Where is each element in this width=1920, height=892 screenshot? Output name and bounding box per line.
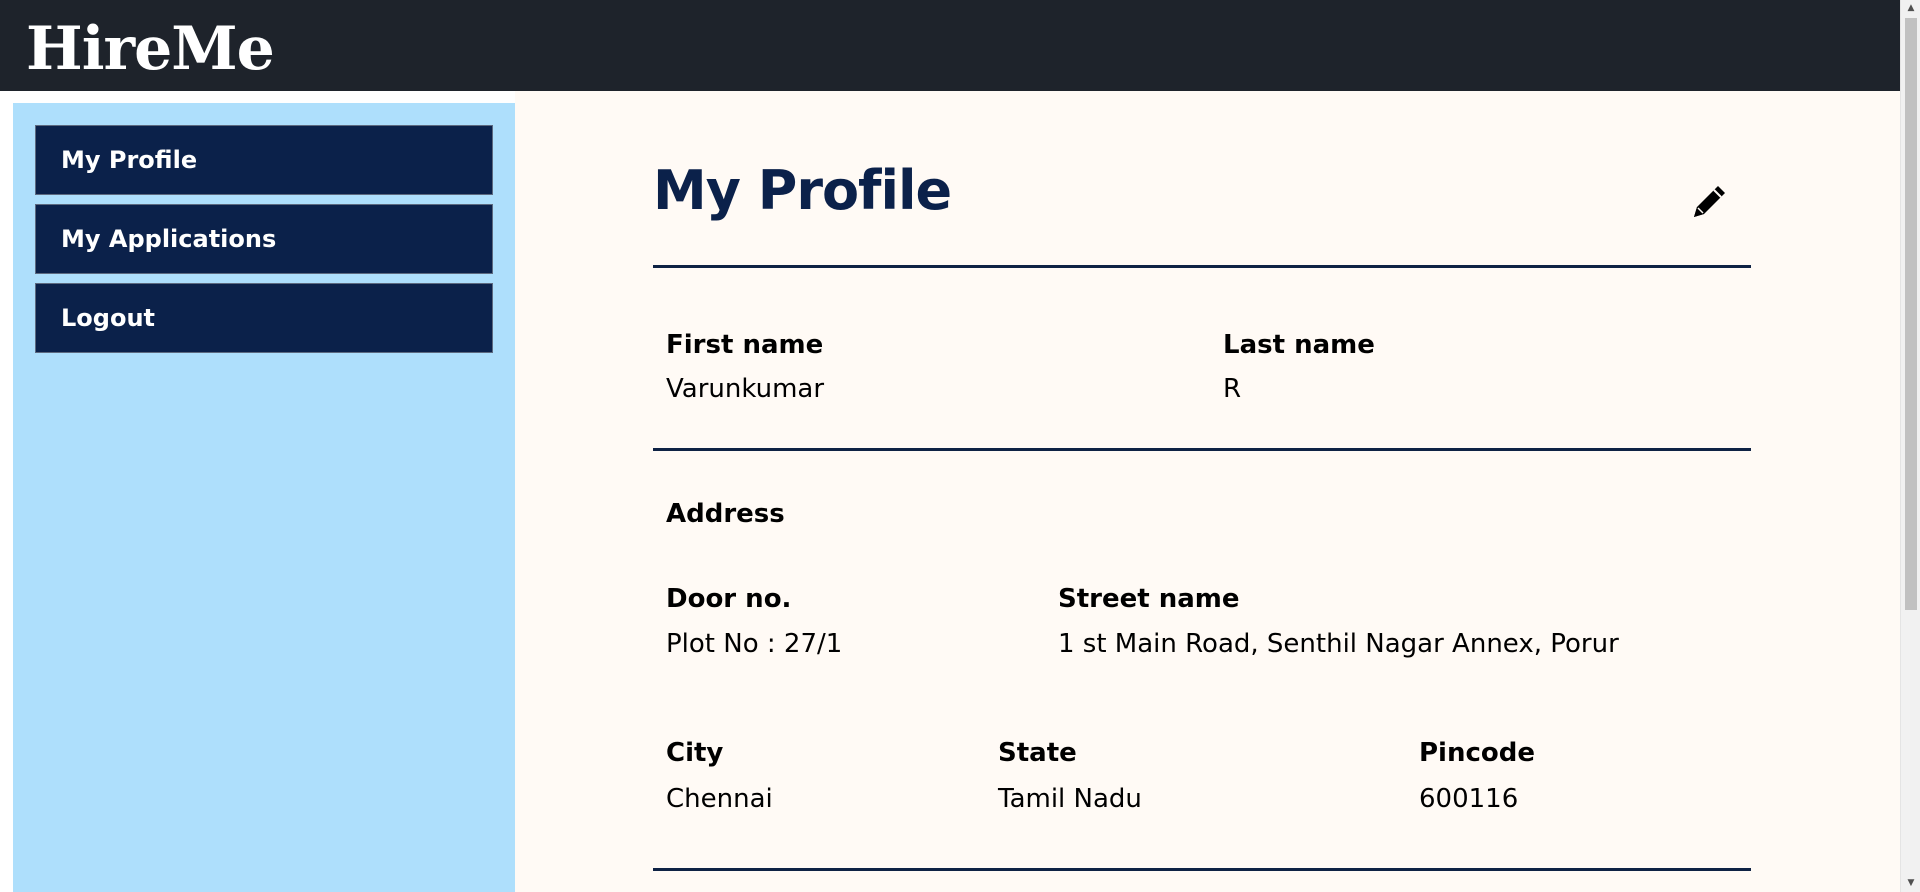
brand-logo[interactable]: HireMe [26, 10, 275, 88]
sidebar-item-my-applications[interactable]: My Applications [35, 204, 493, 274]
address-heading: Address [666, 499, 785, 529]
page-title: My Profile [653, 159, 952, 222]
last-name-value: R [1223, 374, 1242, 404]
sidebar-item-my-profile[interactable]: My Profile [35, 125, 493, 195]
scrollbar-thumb[interactable] [1905, 18, 1917, 610]
street-name-value: 1 st Main Road, Senthil Nagar Annex, Por… [1058, 629, 1619, 659]
section-divider [653, 265, 1751, 268]
pincode-value: 600116 [1419, 784, 1519, 814]
profile-panel: My Profile First name Varunkumar Last na… [653, 91, 1751, 892]
city-value: Chennai [666, 784, 773, 814]
sidebar-item-logout[interactable]: Logout [35, 283, 493, 353]
last-name-label: Last name [1223, 330, 1375, 360]
state-value: Tamil Nadu [998, 784, 1142, 814]
top-header: HireMe [0, 0, 1900, 91]
sidebar: My Profile My Applications Logout [13, 103, 515, 892]
pencil-icon [1694, 186, 1725, 217]
vertical-scrollbar[interactable]: ▲ ▼ [1900, 0, 1920, 892]
street-name-label: Street name [1058, 584, 1240, 614]
city-label: City [666, 738, 724, 768]
door-no-value: Plot No : 27/1 [666, 629, 843, 659]
section-divider [653, 868, 1751, 871]
pincode-label: Pincode [1419, 738, 1535, 768]
first-name-value: Varunkumar [666, 374, 825, 404]
page: HireMe My Profile My Applications Logout… [0, 0, 1920, 892]
section-divider [653, 448, 1751, 451]
first-name-label: First name [666, 330, 824, 360]
scroll-down-arrow-icon[interactable]: ▼ [1901, 875, 1920, 892]
scroll-up-arrow-icon[interactable]: ▲ [1901, 0, 1920, 17]
door-no-label: Door no. [666, 584, 792, 614]
main-content: My Profile First name Varunkumar Last na… [515, 91, 1900, 892]
state-label: State [998, 738, 1077, 768]
edit-profile-button[interactable] [1688, 179, 1732, 223]
